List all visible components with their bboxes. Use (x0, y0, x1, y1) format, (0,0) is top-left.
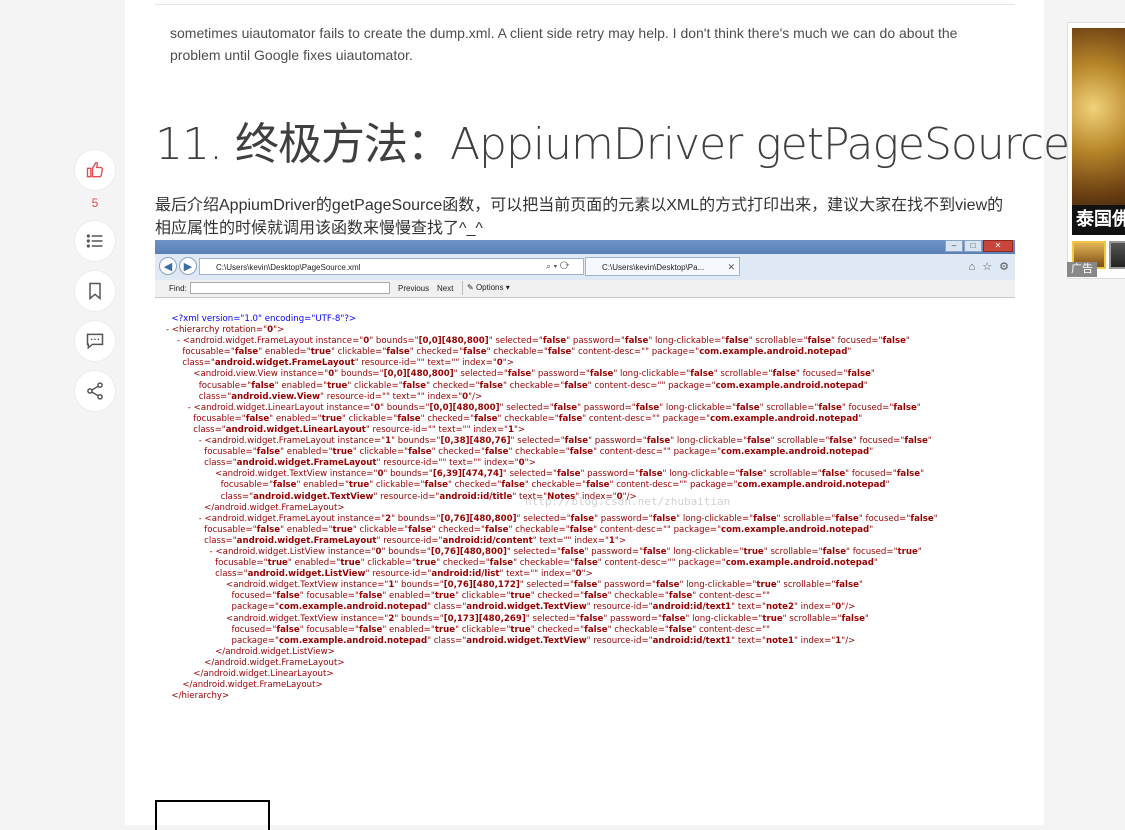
watermark: http://blog.csdn.net/zhubaitian (525, 495, 731, 508)
next-block-box (155, 800, 270, 830)
list-icon (86, 234, 103, 248)
address-bar: C:\Users\kevin\Desktop\PageSource.xml (199, 258, 584, 275)
xml-line: </android.widget.FrameLayout> (204, 657, 345, 668)
bookmark-icon (89, 282, 101, 301)
xml-line: - <android.widget.FrameLayout instance="… (176, 336, 910, 347)
paragraph: 最后介绍AppiumDriver的getPageSource函数，可以把当前页面… (155, 197, 1004, 237)
xml-line: <android.view.View instance="0" bounds="… (193, 369, 875, 380)
find-bar: Find: Previous Next ✎ Options ▾ (155, 280, 1015, 298)
options-label: Options (475, 283, 504, 292)
tab-close-icon: ✕ (727, 262, 735, 272)
xml-line: focusable="false" enabled="true" clickab… (182, 347, 852, 358)
screenshot-image: – □ ✕ ◀ ▶ C:\Users\kevin\Desktop\PageSou… (155, 240, 1015, 710)
xml-line: <android.widget.TextView instance="0" bo… (215, 469, 925, 480)
xml-line: focusable="true" enabled="true" clickabl… (215, 558, 878, 569)
find-previous: Previous (398, 284, 430, 293)
minimize-icon: – (945, 240, 963, 252)
maximize-icon: □ (964, 240, 982, 252)
xml-line: focusable="false" enabled="true" clickab… (204, 447, 874, 458)
xml-line: class="android.widget.FrameLayout" resou… (204, 458, 536, 469)
xml-line: </hierarchy> (171, 691, 230, 702)
xml-line: focusable="false" enabled="true" clickab… (204, 524, 874, 535)
browser-navbar: ◀ ▶ C:\Users\kevin\Desktop\PageSource.xm… (155, 254, 1015, 281)
like-count: 5 (91, 196, 99, 210)
quote-text: sometimes uiautomator fails to create th… (170, 25, 958, 63)
close-icon: ✕ (983, 240, 1013, 252)
xml-line: <android.widget.TextView instance="1" bo… (226, 580, 863, 591)
article-container: sometimes uiautomator fails to create th… (125, 0, 1070, 830)
xml-line: focusable="false" enabled="true" clickab… (220, 480, 890, 491)
find-input (190, 282, 390, 294)
xml-line: focused="false" focusable="false" enable… (231, 591, 771, 602)
ad-banner[interactable]: 泰国佛 (1067, 22, 1125, 279)
xml-content: <?xml version="1.0" encoding="UTF-8"?> -… (155, 314, 1015, 702)
window-titlebar: – □ ✕ (155, 240, 1015, 254)
find-options: ✎ Options ▾ (462, 281, 510, 295)
xml-line: class="android.widget.FrameLayout" resou… (204, 535, 627, 546)
xml-line: - <android.widget.FrameLayout instance="… (198, 513, 938, 524)
xml-line: - <android.widget.FrameLayout instance="… (198, 436, 932, 447)
share-button[interactable] (75, 371, 115, 411)
toc-button[interactable] (75, 221, 115, 261)
ad-title: 泰国佛 (1072, 205, 1125, 235)
thumbs-up-icon (86, 161, 103, 178)
browser-tab: C:\Users\kevin\Desktop\Pa... ✕ (585, 257, 740, 276)
home-star-gear-icons: ⌂ ☆ ⚙ (968, 261, 1011, 273)
xml-line: class="android.widget.FrameLayout" resou… (182, 358, 514, 369)
find-label: Find: (169, 284, 187, 293)
ad-image (1072, 28, 1125, 228)
xml-line: package="com.example.android.notepad" cl… (231, 635, 856, 646)
share-icon (87, 382, 103, 400)
xml-line: focusable="false" enabled="true" clickab… (198, 380, 868, 391)
xml-line: <?xml version="1.0" encoding="UTF-8"?> (171, 314, 357, 324)
ad-label: 广告 (1067, 262, 1097, 277)
xml-line: - <hierarchy rotation="0"> (165, 325, 285, 336)
divider (155, 4, 1015, 5)
xml-line: </android.widget.FrameLayout> (182, 680, 323, 691)
bookmark-button[interactable] (75, 271, 115, 311)
comment-button[interactable] (75, 321, 115, 361)
forward-icon: ▶ (179, 257, 197, 275)
xml-line: - <android.widget.ListView instance="0" … (209, 546, 922, 557)
tab-title: C:\Users\kevin\Desktop\Pa... (602, 263, 705, 272)
find-next: Next (437, 284, 454, 293)
search-refresh-icons: ⌕ ▾ ⟳ (546, 261, 570, 271)
ad-thumbnail (1109, 241, 1125, 269)
back-icon: ◀ (159, 257, 177, 275)
xml-line: </android.widget.ListView> (215, 646, 335, 657)
xml-line: class="android.widget.LinearLayout" reso… (193, 424, 526, 435)
xml-line: <android.widget.TextView instance="2" bo… (226, 613, 869, 624)
xml-line: focusable="false" enabled="true" clickab… (193, 413, 863, 424)
like-button[interactable] (75, 150, 115, 190)
xml-line: </android.widget.LinearLayout> (193, 669, 334, 679)
section-heading: 11. 终极方法：AppiumDriver getPageSource (155, 119, 1070, 170)
comment-icon (86, 333, 104, 350)
xml-line: class="android.view.View" resource-id=""… (198, 391, 483, 402)
xml-line: package="com.example.android.notepad" cl… (231, 602, 856, 613)
window-controls: – □ ✕ (945, 240, 1013, 252)
xml-line: focused="false" focusable="false" enable… (231, 624, 771, 635)
xml-line: - <android.widget.LinearLayout instance=… (187, 402, 921, 413)
xml-line: class="android.widget.ListView" resource… (215, 569, 593, 580)
